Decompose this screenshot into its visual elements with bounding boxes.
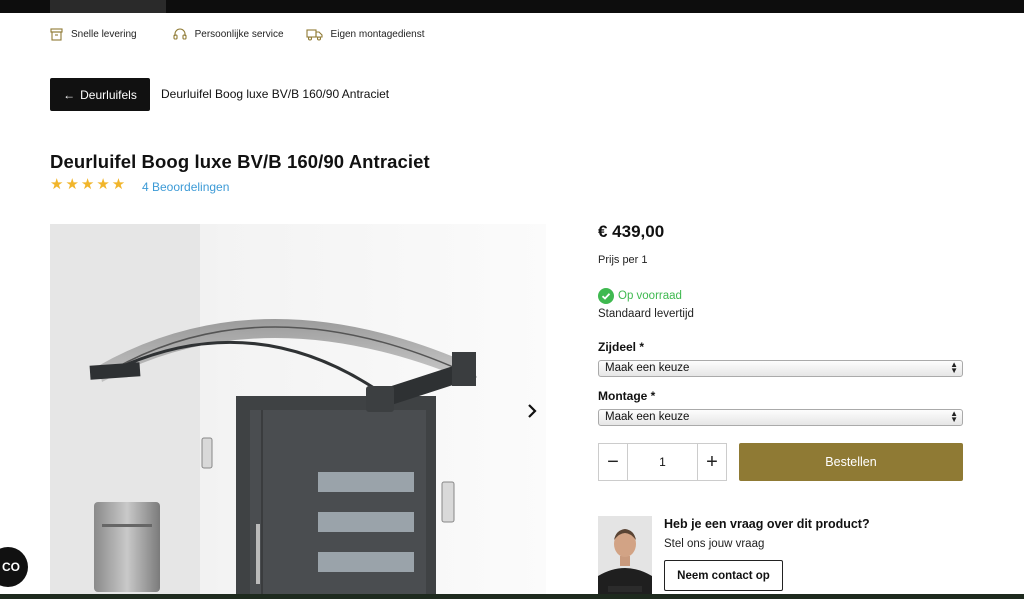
select-caret-icon: ▲ ▼ [950, 360, 958, 375]
star-icon: ★★★★★ [50, 176, 128, 193]
footer-strip [0, 594, 1024, 599]
select-caret-icon: ▲ ▼ [950, 409, 958, 424]
arrow-left-icon: ← [63, 87, 76, 102]
quantity-input[interactable]: 1 [628, 444, 697, 480]
back-button-label: Deurluifels [80, 87, 137, 102]
product-price: € 439,00 [598, 222, 665, 241]
chat-widget-button[interactable]: CO [0, 547, 28, 587]
quantity-decrease-button[interactable]: − [599, 444, 628, 480]
reviews-link[interactable]: 4 Beoordelingen [142, 180, 229, 194]
truck-icon [305, 28, 323, 41]
check-circle-icon [598, 288, 614, 304]
advisor-photo [598, 516, 652, 599]
usp-fast-delivery: Snelle levering [50, 26, 137, 42]
headset-icon [173, 28, 187, 40]
select-value: Maak een keuze [605, 362, 690, 374]
usp-bar: Snelle levering Persoonlijke service Eig… [50, 26, 447, 42]
quantity-increase-button[interactable]: + [697, 444, 726, 480]
mounting-select[interactable]: Maak een keuze ▲ ▼ [598, 409, 963, 426]
help-title: Heb je een vraag over dit product? [664, 517, 870, 531]
stock-status: Op voorraad [598, 288, 682, 304]
chevron-right-icon[interactable] [523, 401, 541, 421]
top-navigation-bar [0, 0, 1024, 13]
side-panel-select[interactable]: Maak een keuze ▲ ▼ [598, 360, 963, 377]
quantity-stepper: − 1 + [598, 443, 727, 481]
order-button[interactable]: Bestellen [739, 443, 963, 481]
usp-label: Eigen montagedienst [330, 28, 425, 40]
usp-personal-service: Persoonlijke service [173, 26, 284, 42]
back-to-category-button[interactable]: ← Deurluifels [50, 78, 150, 111]
contact-button[interactable]: Neem contact op [664, 560, 783, 591]
side-panel-label: Zijdeel * [598, 340, 645, 354]
product-photo [50, 224, 546, 599]
help-subtitle: Stel ons jouw vraag [664, 538, 765, 550]
active-nav-tab[interactable] [50, 0, 166, 13]
product-title: Deurluifel Boog luxe BV/B 160/90 Antraci… [50, 151, 430, 172]
usp-label: Persoonlijke service [194, 28, 284, 40]
star-rating: ★★★★★ [50, 177, 127, 192]
person-image [598, 516, 652, 599]
price-unit: Prijs per 1 [598, 254, 648, 266]
select-value: Maak een keuze [605, 411, 690, 423]
mounting-label: Montage * [598, 389, 656, 403]
lead-time: Standaard levertijd [598, 308, 694, 320]
breadcrumb-current: Deurluifel Boog luxe BV/B 160/90 Antraci… [161, 87, 390, 101]
product-image-gallery[interactable] [50, 224, 546, 599]
usp-label: Snelle levering [71, 28, 137, 40]
box-icon [50, 27, 63, 41]
stock-label: Op voorraad [618, 290, 682, 302]
usp-installation: Eigen montagedienst [305, 26, 425, 42]
